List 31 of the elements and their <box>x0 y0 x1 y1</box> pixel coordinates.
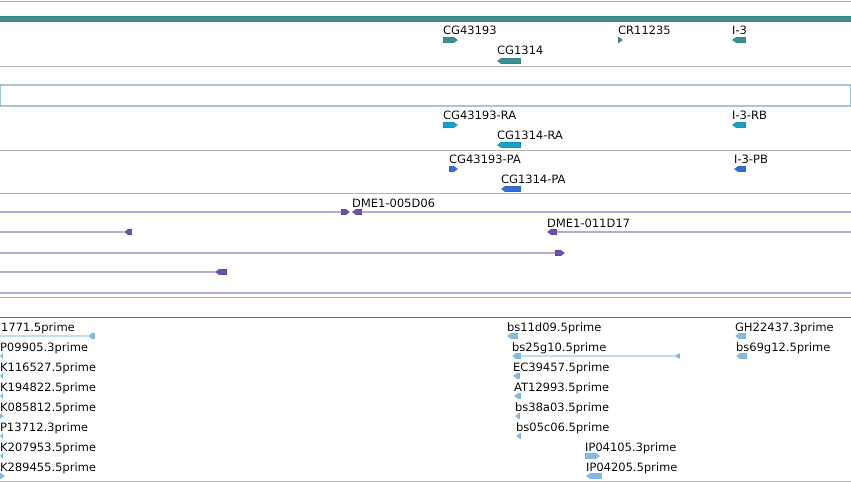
feature-label[interactable]: K207953.5prime <box>0 440 96 454</box>
feature-label[interactable]: bs11d09.5prime <box>507 320 602 334</box>
feature-label[interactable]: 1771.5prime <box>1 320 75 334</box>
feature-label[interactable]: CG1314-PA <box>501 172 566 186</box>
feature-label[interactable]: bs69g12.5prime <box>736 340 830 354</box>
feature-label[interactable]: K289455.5prime <box>0 460 96 474</box>
feature-label[interactable]: CG1314 <box>497 43 544 57</box>
feature-label[interactable]: bs38a03.5prime <box>515 400 610 414</box>
feature-label[interactable]: AT12993.5prime <box>514 380 610 394</box>
feature-label[interactable]: DME1-005D06 <box>352 196 435 210</box>
feature-glyph <box>674 353 680 359</box>
feature-label[interactable]: bs25g10.5prime <box>512 340 606 354</box>
feature-label[interactable]: GH22437.3prime <box>735 320 834 334</box>
feature-label[interactable]: P13712.3prime <box>0 420 88 434</box>
feature-label[interactable]: I-3-RB <box>732 108 767 122</box>
feature-label[interactable]: K085812.5prime <box>0 400 96 414</box>
feature-label[interactable]: P09905.3prime <box>0 340 88 354</box>
feature-label[interactable]: K194822.5prime <box>0 380 96 394</box>
feature-label[interactable]: CR11235 <box>618 23 671 37</box>
feature-label[interactable]: K116527.5prime <box>0 360 96 374</box>
feature-label[interactable]: CG43193-PA <box>449 152 521 166</box>
feature-label[interactable]: IP04205.5prime <box>586 460 678 474</box>
feature-label[interactable]: I-3-PB <box>734 152 768 166</box>
feature-label[interactable]: CG1314-RA <box>497 128 563 142</box>
feature-label[interactable]: EC39457.5prime <box>513 360 610 374</box>
feature-label[interactable]: CG43193 <box>443 23 497 37</box>
feature-label[interactable]: bs05c06.5prime <box>516 420 610 434</box>
feature-label[interactable]: I-3 <box>732 23 747 37</box>
feature-label[interactable]: CG43193-RA <box>443 108 516 122</box>
feature-label[interactable]: DME1-011D17 <box>547 216 630 230</box>
feature-label[interactable]: IP04105.3prime <box>585 440 676 454</box>
